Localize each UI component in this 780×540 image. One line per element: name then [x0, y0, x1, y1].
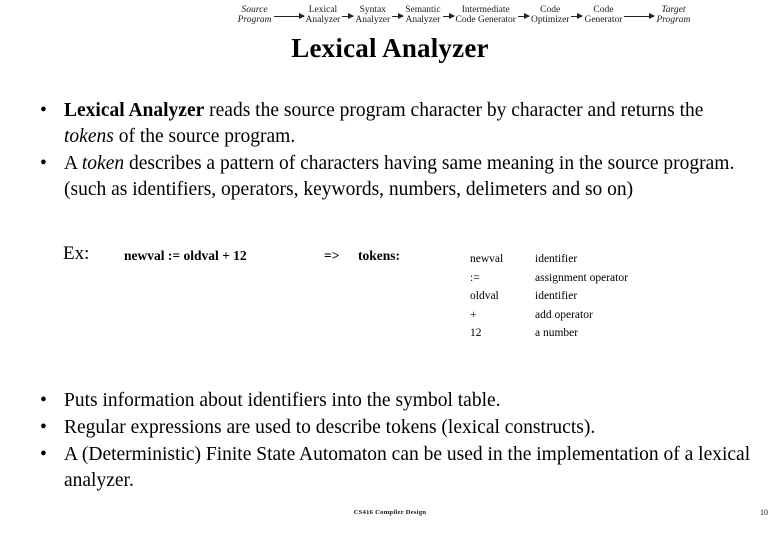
token-table-body: newval identifier := assignment operator old…: [470, 250, 628, 343]
bullet-text-segment: describes a pattern of characters having…: [64, 153, 735, 200]
bullet-item: • A (Deterministic) Finite State Automato…: [30, 442, 754, 494]
table-row: 12 a number: [470, 324, 628, 343]
pipeline-stage-line: Analyzer: [305, 15, 341, 25]
table-row: newval identifier: [470, 250, 628, 269]
page-number: 10: [760, 508, 768, 517]
pipeline-stage-line: Program: [656, 15, 691, 25]
pipeline-stage: Code Generator: [584, 6, 622, 25]
token-table: newval identifier := assignment operator old…: [470, 250, 628, 343]
example-arrow-symbol: =>: [324, 248, 340, 263]
bullet-text-segment: reads the source program character by ch…: [204, 100, 704, 121]
pipeline-stage: Intermediate Code Generator: [456, 6, 516, 25]
token-description-cell: identifier: [535, 253, 578, 265]
table-row: := assignment operator: [470, 269, 628, 288]
pipeline-stage: Lexical Analyzer: [306, 6, 341, 25]
bullet-item: • Puts information about identifiers into…: [30, 388, 754, 414]
pipeline-arrow-icon: [273, 12, 305, 19]
pipeline-stage-line: Optimizer: [530, 15, 570, 25]
bullet-list-top: • Lexical Analyzer reads the source progr…: [30, 98, 754, 204]
pipeline-arrow-icon: [624, 12, 656, 19]
pipeline-stage-line: Program: [237, 15, 272, 25]
bullet-text-segment: tokens: [64, 126, 114, 147]
pipeline-stage: Source Program: [238, 6, 272, 25]
token-description-cell: assignment operator: [535, 271, 628, 284]
pipeline-arrow-icon: [342, 12, 355, 19]
pipeline-stage: Semantic Analyzer: [405, 6, 440, 25]
bullet-text-segment: Regular expressions are used to describe…: [64, 417, 596, 438]
footer-course-label: CS416 Compiler Design: [353, 509, 427, 516]
bullet-text-segment: token: [81, 153, 125, 174]
compiler-phases-diagram: Source Program Lexical Analyzer Syntax Analyz…: [0, 0, 780, 32]
pipeline-stage-line: Generator: [584, 15, 623, 25]
page-title: Lexical Analyzer: [291, 33, 489, 63]
pipeline-stage-line: Analyzer: [355, 15, 391, 25]
token-lexeme-cell: :=: [470, 271, 480, 284]
pipeline-stage-line: Code Generator: [455, 15, 516, 25]
token-description-cell: identifier: [535, 290, 578, 303]
bullet-text-segment: A (Deterministic) Finite State Automaton…: [64, 444, 751, 491]
bullet-text-segment: Puts information about identifiers into …: [64, 390, 501, 411]
bullet-text-segment: A: [64, 153, 82, 174]
table-row: + add operator: [470, 306, 628, 325]
example-block: Ex: newval := oldval + 12 => tokens:: [0, 242, 780, 342]
pipeline-arrow-icon: [571, 12, 584, 19]
table-row: oldval identifier: [470, 287, 628, 306]
bullet-marker-icon: •: [40, 100, 47, 121]
pipeline-stage: Syntax Analyzer: [355, 6, 390, 25]
bullet-marker-icon: •: [40, 417, 47, 438]
token-description-cell: a number: [535, 327, 579, 340]
bullet-item: • Regular expressions are used to describ…: [30, 415, 754, 441]
example-tokens-label: tokens:: [358, 248, 401, 263]
bullet-marker-icon: •: [40, 390, 47, 411]
pipeline-arrow-icon: [442, 12, 455, 19]
bullet-text-segment: of the source program.: [113, 126, 296, 147]
pipeline-arrow-icon: [392, 12, 405, 19]
token-lexeme-cell: newval: [470, 253, 504, 265]
bullet-marker-icon: •: [40, 444, 47, 465]
bullet-item: • Lexical Analyzer reads the source progr…: [30, 98, 754, 150]
pipeline-arrow-icon: [517, 12, 530, 19]
example-expression: newval := oldval + 12: [124, 248, 247, 263]
bullet-item: • A token describes a pattern of characte…: [30, 151, 754, 203]
token-lexeme-cell: 12: [470, 327, 482, 340]
bullet-marker-icon: •: [40, 153, 47, 174]
pipeline-stage: Code Optimizer: [531, 6, 570, 25]
token-description-cell: add operator: [535, 308, 593, 321]
example-label: Ex:: [63, 243, 90, 264]
token-lexeme-cell: oldval: [470, 290, 499, 303]
bullet-text-segment: Lexical Analyzer: [64, 100, 205, 121]
token-lexeme-cell: +: [470, 308, 477, 321]
pipeline-stage-line: Analyzer: [405, 15, 441, 25]
bullet-list-bottom: • Puts information about identifiers into…: [30, 388, 754, 495]
pipeline-stage: Target Program: [656, 6, 690, 25]
